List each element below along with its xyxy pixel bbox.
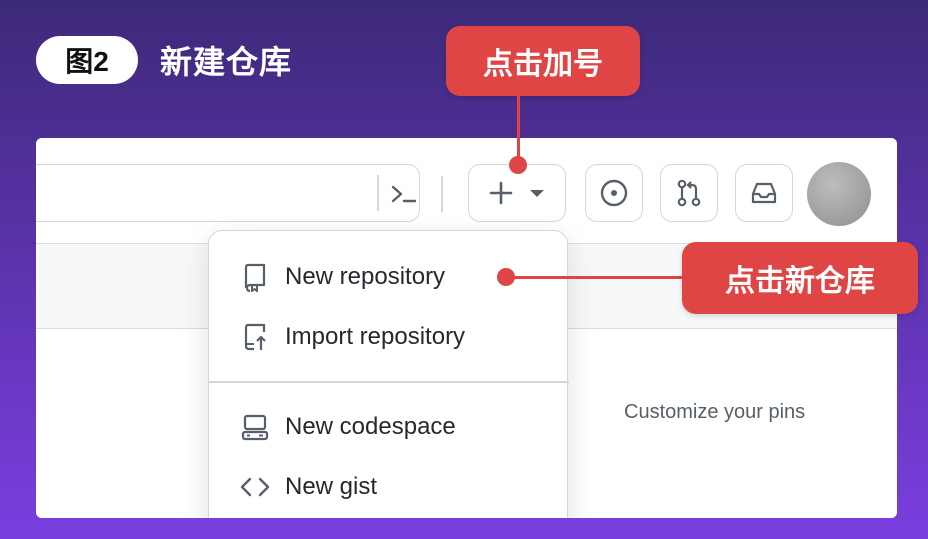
github-window: Customize your pins New repository Impor… <box>36 138 897 518</box>
issues-button[interactable] <box>585 164 643 222</box>
figure-title: 新建仓库 <box>160 44 293 80</box>
customize-pins-link[interactable]: Customize your pins <box>624 401 805 424</box>
top-navigation-bar <box>36 138 897 244</box>
code-icon <box>239 472 271 502</box>
menu-item-label: New codespace <box>285 413 456 440</box>
menu-item-new-codespace[interactable]: New codespace <box>209 399 569 455</box>
menu-item-new-gist[interactable]: New gist <box>209 459 569 515</box>
callout-newrepo-dot <box>497 268 515 286</box>
menu-item-label: Import repository <box>285 323 466 350</box>
codespaces-icon <box>239 412 271 442</box>
terminal-prompt-icon[interactable] <box>389 181 419 207</box>
repo-push-icon <box>239 322 271 352</box>
callout-plus-dot <box>509 156 527 174</box>
figure-label-badge: 图2 <box>36 36 138 84</box>
git-pull-request-icon <box>677 179 701 207</box>
plus-icon <box>489 181 513 205</box>
inbox-icon <box>751 182 777 204</box>
search-input[interactable] <box>36 164 420 222</box>
menu-item-label: New repository <box>285 263 446 290</box>
menu-item-label: New gist <box>285 473 378 500</box>
callout-click-plus: 点击加号 <box>446 26 640 96</box>
repo-icon <box>239 262 271 292</box>
issue-opened-icon <box>600 179 628 207</box>
callout-click-new-repository: 点击新仓库 <box>682 242 918 314</box>
inbox-button[interactable] <box>735 164 793 222</box>
pull-requests-button[interactable] <box>660 164 718 222</box>
caret-down-icon <box>530 190 544 197</box>
menu-item-import-repository[interactable]: Import repository <box>209 309 569 365</box>
callout-newrepo-connector <box>506 276 684 279</box>
menu-divider <box>209 381 569 383</box>
avatar[interactable] <box>807 162 871 226</box>
toolbar-divider <box>441 176 443 212</box>
search-divider <box>377 175 379 211</box>
